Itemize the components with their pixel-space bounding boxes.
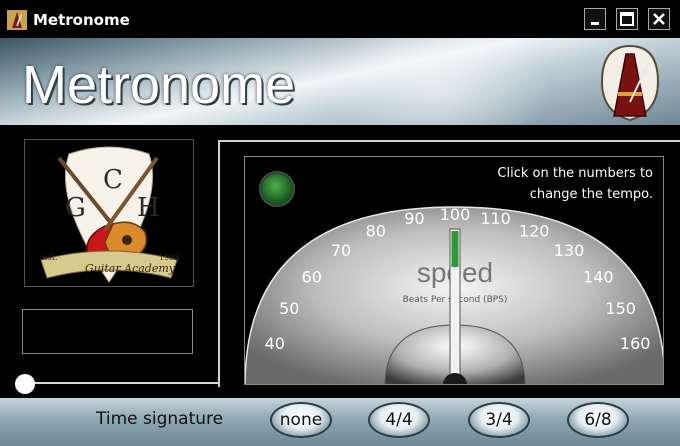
tempo-number-40[interactable]: 40 bbox=[265, 334, 285, 353]
tempo-number-50[interactable]: 50 bbox=[279, 299, 299, 318]
tempo-gauge-panel: speed Beats Per second (BPS) 40506070809… bbox=[244, 156, 664, 385]
tempo-hint-line2: change the tempo. bbox=[529, 187, 653, 202]
title-bar: Metronome bbox=[0, 0, 680, 38]
tempo-number-90[interactable]: 90 bbox=[404, 209, 424, 228]
time-signature-6-8-button[interactable]: 6/8 bbox=[567, 402, 629, 438]
logo-frame: G C H Guitar Academy est. 1993 bbox=[24, 139, 194, 287]
tempo-number-100[interactable]: 100 bbox=[440, 205, 471, 224]
tempo-hint-line1: Click on the numbers to bbox=[497, 166, 653, 181]
slider-rail bbox=[22, 382, 218, 384]
tempo-number-60[interactable]: 60 bbox=[302, 267, 322, 286]
window-title: Metronome bbox=[33, 11, 130, 29]
logo-banner: Guitar Academy bbox=[85, 262, 176, 275]
logo-letter-h: H bbox=[137, 193, 160, 223]
metronome-app-icon bbox=[7, 10, 27, 30]
time-signature-label: Time signature bbox=[96, 409, 224, 429]
tempo-number-120[interactable]: 120 bbox=[519, 221, 550, 240]
beat-indicator-light bbox=[262, 174, 292, 204]
minimize-button[interactable] bbox=[584, 8, 606, 30]
close-icon bbox=[653, 13, 665, 25]
tempo-number-160[interactable]: 160 bbox=[620, 334, 651, 353]
tempo-number-140[interactable]: 140 bbox=[583, 267, 614, 286]
time-signature-4-4-button[interactable]: 4/4 bbox=[368, 402, 430, 438]
logo-est: est. bbox=[43, 253, 58, 262]
minimize-icon bbox=[591, 22, 599, 25]
display-field bbox=[22, 309, 193, 354]
logo-letter-g: G bbox=[65, 193, 86, 223]
tempo-hint: Click on the numbers to change the tempo… bbox=[497, 163, 653, 205]
time-signature-none-button[interactable]: none bbox=[270, 402, 332, 438]
tempo-number-80[interactable]: 80 bbox=[366, 221, 386, 240]
maximize-button[interactable] bbox=[616, 8, 638, 30]
tempo-number-70[interactable]: 70 bbox=[331, 241, 351, 260]
tempo-number-130[interactable]: 130 bbox=[554, 241, 585, 260]
slider-knob[interactable] bbox=[15, 374, 35, 394]
logo-year: 1993 bbox=[159, 253, 179, 262]
app-heading: Metronome bbox=[22, 55, 296, 115]
tempo-number-110[interactable]: 110 bbox=[480, 209, 511, 228]
tempo-number-150[interactable]: 150 bbox=[605, 299, 636, 318]
header-banner: Metronome bbox=[0, 38, 680, 125]
guitar-academy-logo: G C H Guitar Academy est. 1993 bbox=[40, 146, 179, 283]
maximize-icon bbox=[620, 12, 634, 26]
close-button[interactable] bbox=[648, 8, 670, 30]
time-signature-3-4-button[interactable]: 3/4 bbox=[468, 402, 530, 438]
logo-letter-c: C bbox=[103, 165, 123, 195]
metronome-icon bbox=[600, 44, 660, 122]
gauge-needle-indicator bbox=[451, 231, 459, 267]
